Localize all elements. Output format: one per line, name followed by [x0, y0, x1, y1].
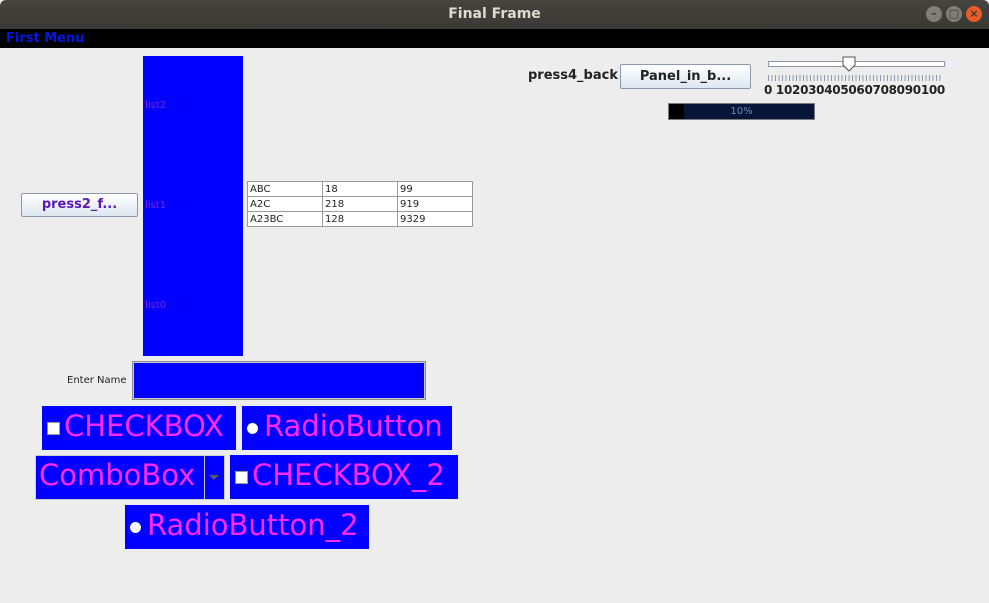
data-table[interactable]: ABC 18 99 A2C 218 919 A23BC 128 9329	[247, 181, 473, 227]
radio-icon	[247, 423, 258, 434]
table-cell[interactable]: 919	[397, 196, 473, 212]
title-bar: Final Frame – □ ×	[0, 0, 989, 29]
checkbox-2[interactable]: CHECKBOX_2	[230, 455, 458, 499]
menu-first[interactable]: First Menu	[6, 31, 85, 46]
progress-bar: 10%	[668, 103, 815, 120]
table-row[interactable]: A2C 218 919	[247, 196, 473, 212]
radio-1[interactable]: RadioButton	[242, 406, 452, 450]
table-cell[interactable]: 9329	[397, 211, 473, 227]
minimize-button[interactable]: –	[926, 6, 942, 22]
list-item[interactable]: list2	[145, 100, 166, 111]
chevron-down-icon[interactable]	[208, 474, 220, 482]
table-cell[interactable]: A2C	[247, 196, 323, 212]
slider-ticks	[768, 75, 943, 81]
checkbox-2-label: CHECKBOX_2	[252, 458, 445, 492]
close-button[interactable]: ×	[966, 6, 982, 22]
press4-label: press4_back	[528, 68, 618, 83]
combobox-divider	[204, 456, 205, 499]
table-cell[interactable]: 218	[322, 196, 398, 212]
table-row[interactable]: ABC 18 99	[247, 181, 473, 197]
menu-bar: First Menu	[0, 29, 989, 48]
table-cell[interactable]: 18	[322, 181, 398, 197]
table-cell[interactable]: A23BC	[247, 211, 323, 227]
checkbox-1-label: CHECKBOX	[64, 409, 224, 443]
close-icon: ×	[969, 7, 979, 20]
checkbox-icon	[47, 422, 60, 435]
table-cell[interactable]: ABC	[247, 181, 323, 197]
checkbox-1[interactable]: CHECKBOX	[42, 406, 236, 450]
combobox-value: ComboBox	[39, 458, 196, 492]
panel-in-b-button[interactable]: Panel_in_b...	[620, 64, 751, 89]
window-title: Final Frame	[448, 6, 541, 22]
radio-1-label: RadioButton	[264, 409, 443, 443]
progress-text: 10%	[730, 106, 753, 117]
radio-icon	[130, 522, 141, 533]
maximize-button[interactable]: □	[946, 6, 962, 22]
list-item[interactable]: list1	[145, 200, 166, 211]
minimize-icon: –	[931, 7, 937, 20]
table-cell[interactable]: 128	[322, 211, 398, 227]
slider-tick-labels: 0 102030405060708090100	[764, 83, 945, 97]
radio-2-label: RadioButton_2	[147, 508, 359, 542]
table-row[interactable]: A23BC 128 9329	[247, 211, 473, 227]
slider-thumb[interactable]	[842, 56, 856, 72]
name-field[interactable]	[132, 361, 426, 400]
press2-button[interactable]: press2_f...	[21, 193, 138, 217]
name-label: Enter Name	[67, 375, 127, 386]
maximize-icon: □	[948, 7, 960, 20]
list[interactable]: list2 list1 list0	[143, 56, 243, 356]
slider-track[interactable]	[768, 61, 945, 67]
list-item[interactable]: list0	[145, 300, 166, 311]
combobox[interactable]: ComboBox	[35, 455, 225, 500]
checkbox-icon	[235, 471, 248, 484]
table-cell[interactable]: 99	[397, 181, 473, 197]
radio-2[interactable]: RadioButton_2	[125, 505, 369, 549]
